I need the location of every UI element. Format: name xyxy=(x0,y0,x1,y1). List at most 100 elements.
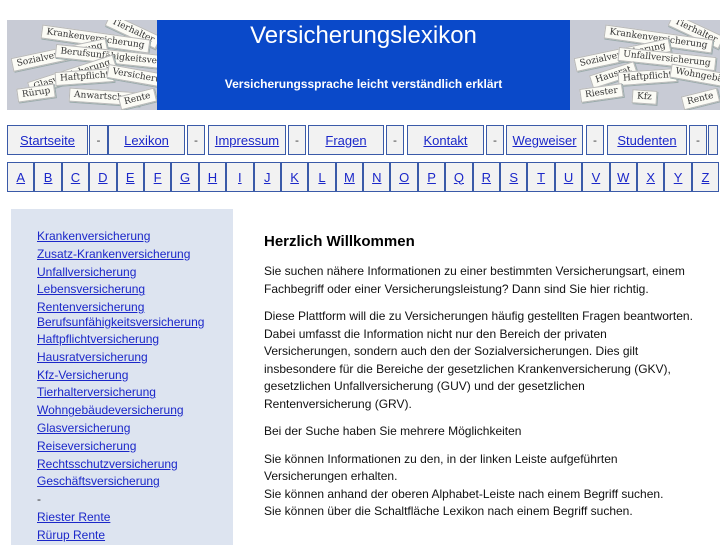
header-image-left: Tierhalter Krankenversicherung Sozialver… xyxy=(7,20,157,110)
nav-separator: - xyxy=(386,125,404,155)
alphabet-letter-d[interactable]: D xyxy=(89,162,117,192)
alphabet-link[interactable]: M xyxy=(344,170,355,185)
alphabet-link[interactable]: U xyxy=(564,170,573,185)
sidebar-item-krankenversicherung[interactable]: Krankenversicherung xyxy=(37,228,217,246)
header-image-word: Rürup xyxy=(16,83,57,103)
nav-link[interactable]: Kontakt xyxy=(423,133,467,148)
alphabet-letter-f[interactable]: F xyxy=(143,162,172,192)
alphabet-letter-h[interactable]: H xyxy=(198,162,227,192)
alphabet-link[interactable]: S xyxy=(509,170,518,185)
alphabet-link[interactable]: C xyxy=(71,170,80,185)
nav-studenten[interactable]: Studenten xyxy=(607,125,687,155)
sidebar-item-unfallversicherung[interactable]: Unfallversicherung xyxy=(37,264,217,282)
header-image-word: Riester xyxy=(579,83,624,103)
alphabet-link[interactable]: Y xyxy=(674,170,683,185)
nav-impressum[interactable]: Impressum xyxy=(208,125,286,155)
alphabet-letter-b[interactable]: B xyxy=(34,162,62,192)
header-image-right: Tierhalter Krankenversicherung Sozialver… xyxy=(570,20,720,110)
nav-kontakt[interactable]: Kontakt xyxy=(407,125,484,155)
alphabet-bar: A B C D E F G H I J K L M N O P Q R S T U V W X Y Z xyxy=(7,162,720,192)
insurance-list: Krankenversicherung Zusatz-Krankenversic… xyxy=(37,228,217,545)
alphabet-letter-e[interactable]: E xyxy=(116,162,144,192)
alphabet-link[interactable]: J xyxy=(264,170,271,185)
sidebar-item-berufsunfaehigkeitsversicherung[interactable]: Berufsunfähigkeitsversicherung xyxy=(37,316,217,331)
sidebar-item-ruerup-rente[interactable]: Rürup Rente xyxy=(37,527,217,545)
alphabet-link[interactable]: D xyxy=(98,170,107,185)
alphabet-letter-p[interactable]: P xyxy=(417,162,446,192)
alphabet-link[interactable]: I xyxy=(238,170,242,185)
alphabet-letter-t[interactable]: T xyxy=(527,162,555,192)
nav-link[interactable]: Lexikon xyxy=(124,133,169,148)
alphabet-letter-v[interactable]: V xyxy=(582,162,610,192)
sidebar-item-reiseversicherung[interactable]: Reiseversicherung xyxy=(37,438,217,456)
platform-paragraph: Diese Plattform will die zu Versicherung… xyxy=(264,309,693,411)
alphabet-link[interactable]: B xyxy=(44,170,53,185)
nav-fragen[interactable]: Fragen xyxy=(308,125,384,155)
alphabet-link[interactable]: P xyxy=(427,170,436,185)
sidebar-item-hausratversicherung[interactable]: Hausratversicherung xyxy=(37,349,217,367)
alphabet-link[interactable]: L xyxy=(318,170,325,185)
alphabet-link[interactable]: Q xyxy=(454,170,464,185)
alphabet-letter-z[interactable]: Z xyxy=(691,162,720,192)
alphabet-letter-i[interactable]: I xyxy=(226,162,254,192)
nav-link[interactable]: Wegweiser xyxy=(512,133,576,148)
alphabet-link[interactable]: A xyxy=(16,170,25,185)
sidebar-item-rechtsschutzversicherung[interactable]: Rechtsschutzversicherung xyxy=(37,456,217,474)
sidebar-item-zusatz-krankenversicherung[interactable]: Zusatz-Krankenversicherung xyxy=(37,246,217,264)
alphabet-letter-s[interactable]: S xyxy=(500,162,528,192)
alphabet-letter-a[interactable]: A xyxy=(7,162,35,192)
alphabet-letter-m[interactable]: M xyxy=(335,162,364,192)
sidebar-item-glasversicherung[interactable]: Glasversicherung xyxy=(37,420,217,438)
alphabet-link[interactable]: N xyxy=(372,170,381,185)
alphabet-letter-x[interactable]: X xyxy=(636,162,665,192)
alphabet-link[interactable]: R xyxy=(482,170,491,185)
sidebar-item-riester-rente[interactable]: Riester Rente xyxy=(37,509,217,527)
alphabet-letter-y[interactable]: Y xyxy=(664,162,692,192)
nav-separator: - xyxy=(689,125,707,155)
nav-link[interactable]: Startseite xyxy=(20,133,75,148)
alphabet-letter-q[interactable]: Q xyxy=(445,162,473,192)
nav-link[interactable]: Impressum xyxy=(215,133,279,148)
alphabet-link[interactable]: F xyxy=(154,170,162,185)
alphabet-letter-o[interactable]: O xyxy=(390,162,418,192)
nav-wegweiser[interactable]: Wegweiser xyxy=(506,125,583,155)
alphabet-link[interactable]: K xyxy=(290,170,299,185)
nav-lexikon[interactable]: Lexikon xyxy=(108,125,185,155)
nav-separator: - xyxy=(586,125,604,155)
alphabet-link[interactable]: Z xyxy=(701,170,709,185)
alphabet-link[interactable]: X xyxy=(646,170,655,185)
alphabet-letter-l[interactable]: L xyxy=(308,162,336,192)
sidebar-item-tierhalterversicherung[interactable]: Tierhalterversicherung xyxy=(37,384,217,402)
alphabet-letter-r[interactable]: R xyxy=(472,162,501,192)
alphabet-link[interactable]: W xyxy=(617,170,629,185)
alphabet-letter-n[interactable]: N xyxy=(363,162,391,192)
alphabet-letter-k[interactable]: K xyxy=(280,162,309,192)
alphabet-link[interactable]: E xyxy=(126,170,135,185)
alphabet-letter-g[interactable]: G xyxy=(171,162,199,192)
nav-link[interactable]: Studenten xyxy=(617,133,676,148)
site-header: Tierhalter Krankenversicherung Sozialver… xyxy=(7,20,720,110)
nav-link[interactable]: Fragen xyxy=(325,133,366,148)
alphabet-letter-j[interactable]: J xyxy=(253,162,281,192)
sidebar-item-geschaeftsversicherung[interactable]: Geschäftsversicherung xyxy=(37,473,217,491)
alphabet-link[interactable]: O xyxy=(399,170,409,185)
search-option-sidebar: Sie können Informationen zu den, in der … xyxy=(264,451,618,484)
sidebar-item-wohngebaeudeversicherung[interactable]: Wohngebäudeversicherung xyxy=(37,402,217,420)
site-subtitle: Versicherungssprache leicht verständlich… xyxy=(224,77,503,91)
sidebar-item-lebensversicherung[interactable]: Lebensversicherung xyxy=(37,281,217,299)
alphabet-letter-c[interactable]: C xyxy=(61,162,90,192)
site-title: Versicherungslexikon xyxy=(250,22,477,49)
alphabet-link[interactable]: G xyxy=(180,170,190,185)
alphabet-link[interactable]: T xyxy=(537,170,545,185)
alphabet-letter-w[interactable]: W xyxy=(609,162,637,192)
nav-separator: - xyxy=(486,125,504,155)
alphabet-link[interactable]: V xyxy=(592,170,601,185)
header-image-word: Versicherung xyxy=(106,63,157,91)
search-option-lexikon: Sie können über die Schaltfläche Lexikon… xyxy=(264,504,633,518)
sidebar-item-haftpflichtversicherung[interactable]: Haftpflichtversicherung xyxy=(37,331,217,349)
sidebar-item-kfz-versicherung[interactable]: Kfz-Versicherung xyxy=(37,367,217,385)
alphabet-letter-u[interactable]: U xyxy=(554,162,583,192)
nav-separator: - xyxy=(288,125,306,155)
nav-startseite[interactable]: Startseite xyxy=(7,125,88,155)
alphabet-link[interactable]: H xyxy=(208,170,217,185)
